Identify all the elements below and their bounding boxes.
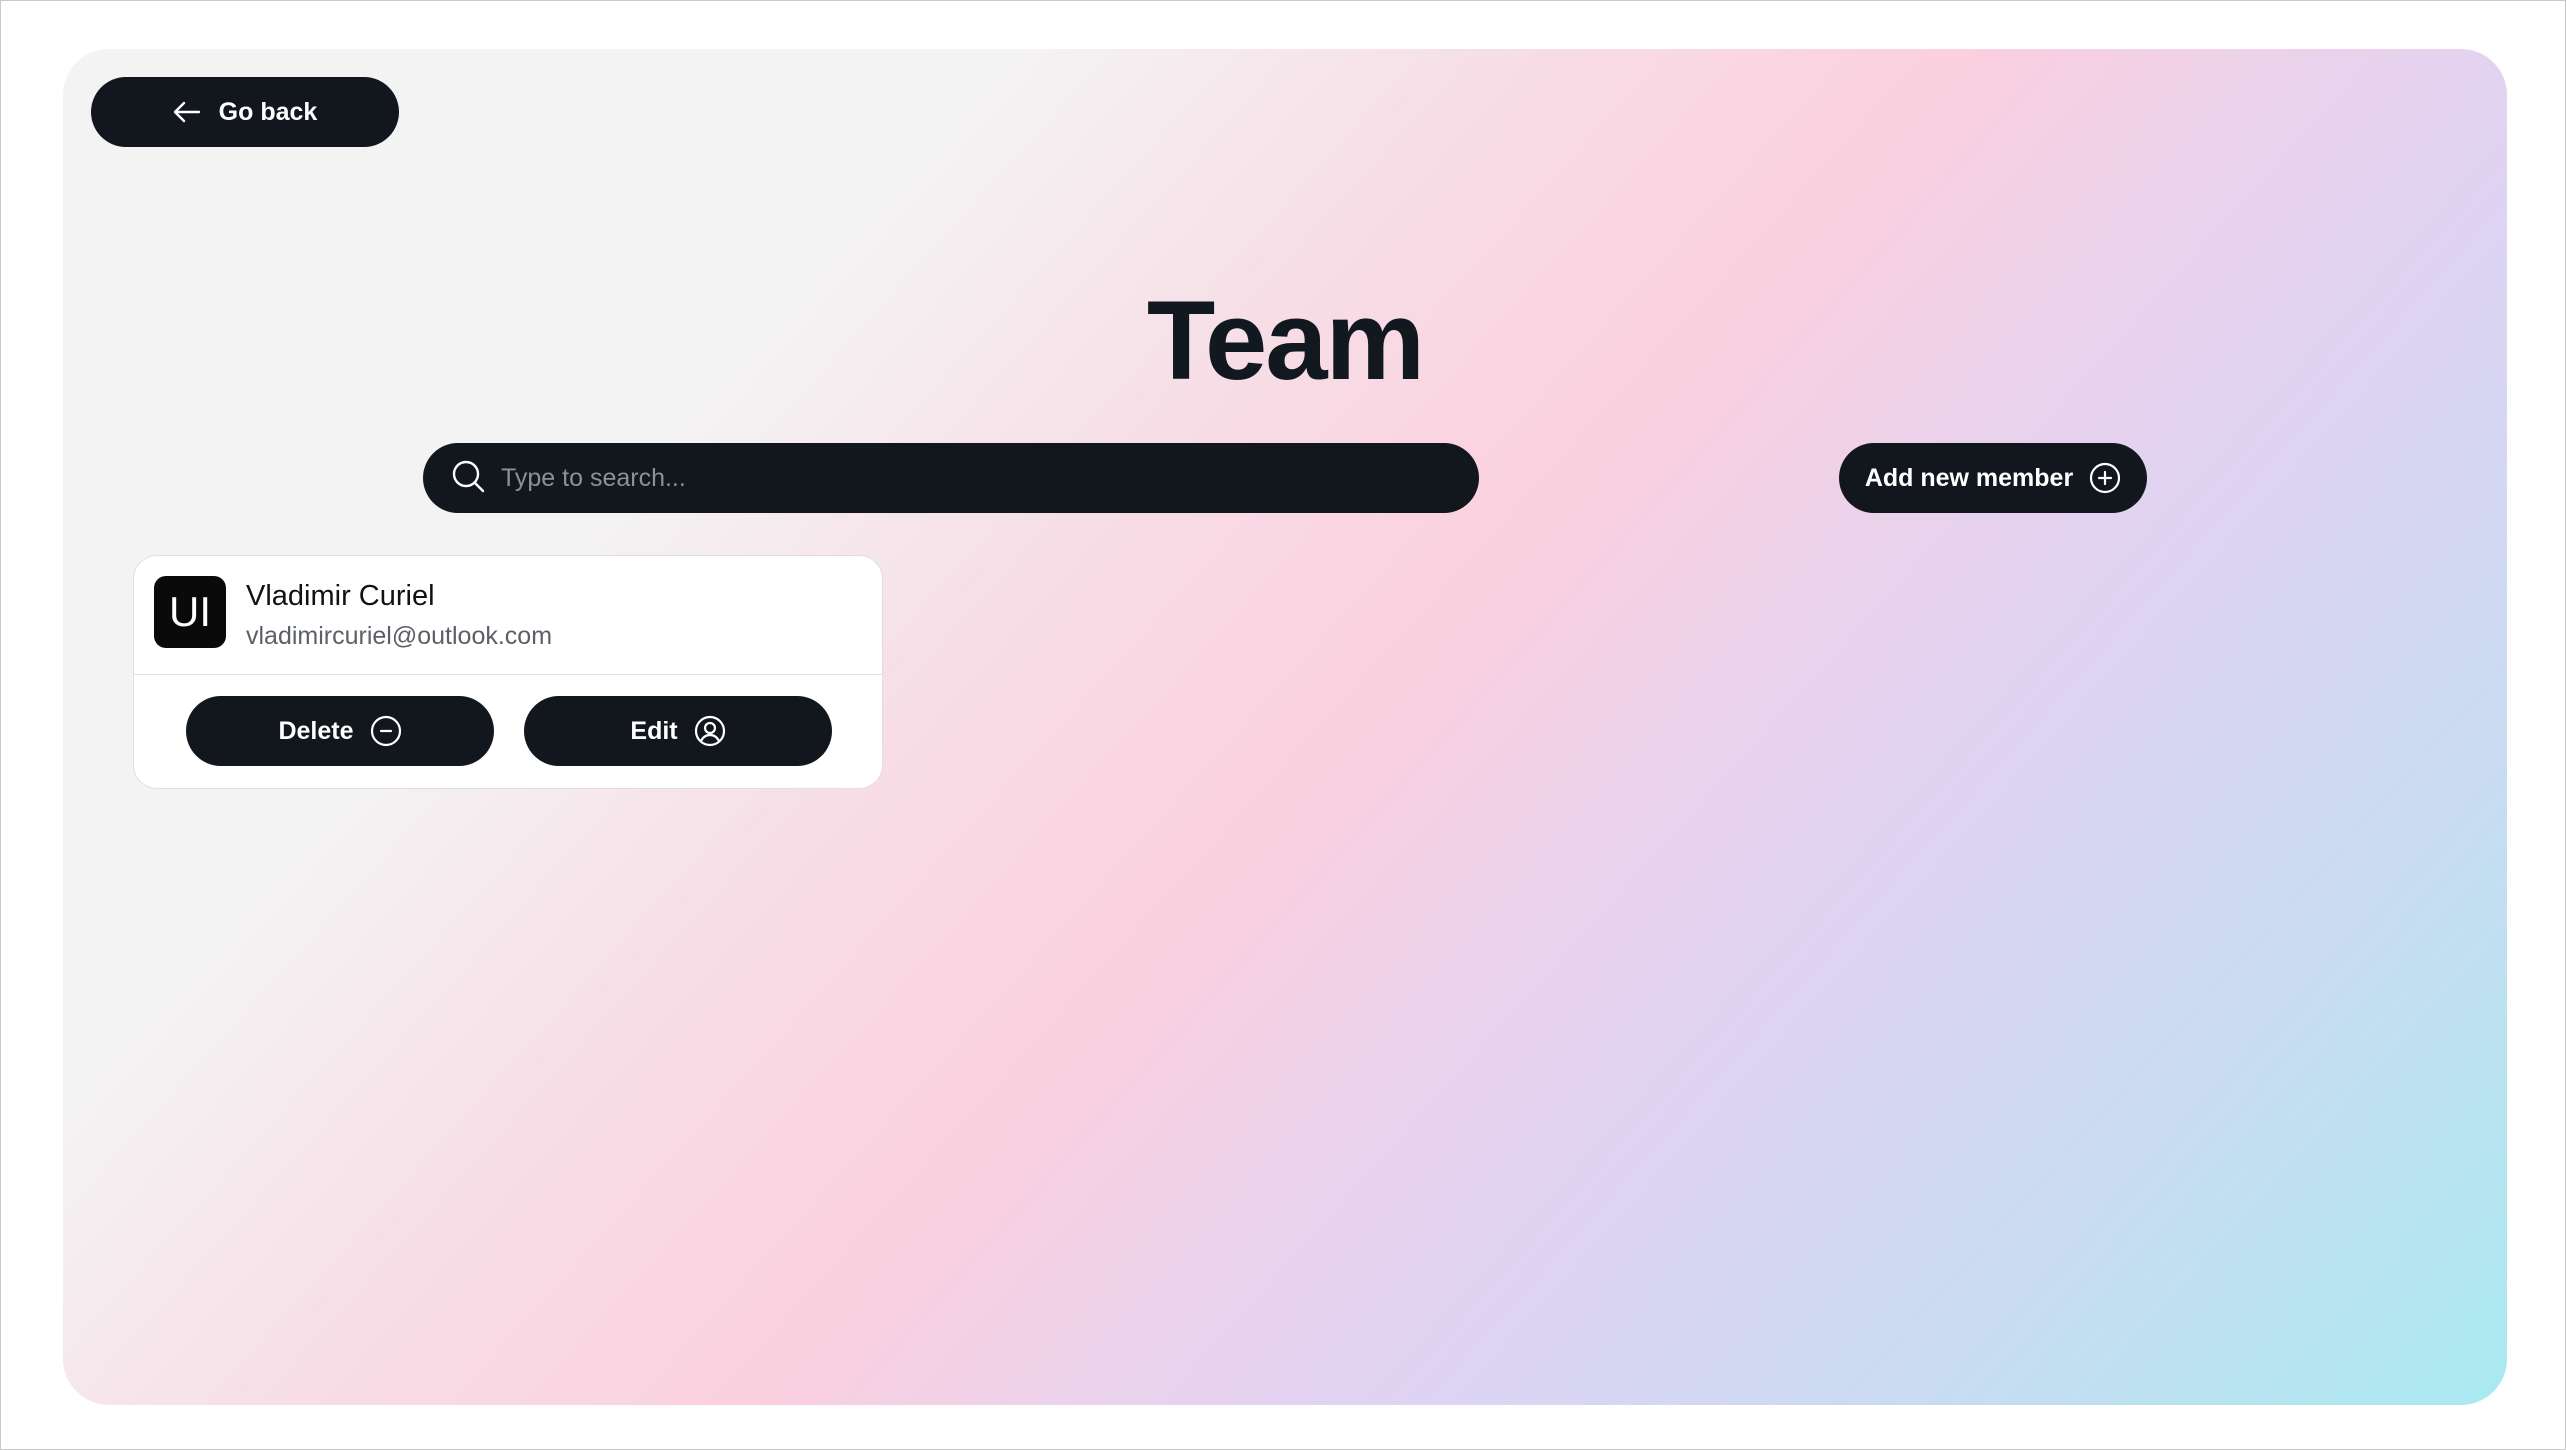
edit-label: Edit: [630, 716, 678, 745]
delete-label: Delete: [278, 716, 354, 745]
page-title: Team: [1146, 278, 1425, 403]
member-card: UI Vladimir Curiel vladimircuriel@outloo…: [133, 555, 883, 789]
go-back-button[interactable]: Go back: [91, 77, 399, 147]
edit-button[interactable]: Edit: [524, 696, 832, 766]
avatar: UI: [154, 576, 226, 648]
add-new-member-button[interactable]: Add new member: [1839, 443, 2147, 513]
arrow-left-icon: [173, 100, 201, 124]
add-member-label: Add new member: [1864, 463, 2074, 492]
minus-circle-icon: [370, 715, 402, 747]
search-bar[interactable]: [423, 443, 1479, 513]
window-frame: Go back Team Add new member: [0, 0, 2566, 1450]
member-card-header: UI Vladimir Curiel vladimircuriel@outloo…: [134, 556, 882, 675]
plus-circle-icon: [2089, 462, 2121, 494]
team-panel: Go back Team Add new member: [63, 49, 2507, 1405]
member-name: Vladimir Curiel: [246, 580, 435, 612]
member-email: vladimircuriel@outlook.com: [246, 622, 553, 650]
search-input[interactable]: [499, 462, 1403, 494]
delete-button[interactable]: Delete: [186, 696, 494, 766]
search-icon: [451, 459, 485, 498]
go-back-label: Go back: [218, 97, 318, 126]
user-circle-icon: [694, 715, 726, 747]
